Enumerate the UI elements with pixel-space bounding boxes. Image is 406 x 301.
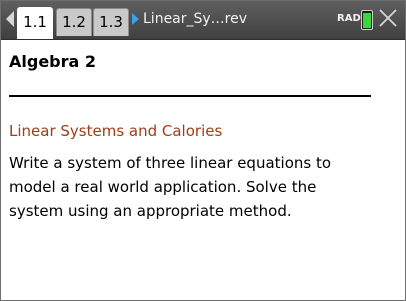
tab-page-1-1[interactable]: 1.1 <box>17 7 53 39</box>
page-heading: Algebra 2 <box>9 52 97 71</box>
left-arrow-icon[interactable] <box>6 11 14 27</box>
tab-page-1-3[interactable]: 1.3 <box>93 8 129 36</box>
right-triangle-icon <box>132 13 139 25</box>
instructions-text: Write a system of three linear equations… <box>9 151 399 223</box>
document-title[interactable]: Linear_Sy…rev <box>143 9 247 29</box>
document-window: 1.1 1.2 1.3 Linear_Sy…rev RAD Algebra 2 … <box>0 0 406 301</box>
angle-mode-indicator: RAD <box>337 13 361 24</box>
tab-page-1-2[interactable]: 1.2 <box>56 8 92 36</box>
tab-bar: 1.1 1.2 1.3 Linear_Sy…rev RAD <box>1 1 405 40</box>
battery-icon <box>361 10 373 30</box>
page-subtitle: Linear Systems and Calories <box>9 122 223 140</box>
close-icon[interactable] <box>377 7 399 29</box>
instructions-line: Write a system of three linear equations… <box>9 154 332 172</box>
instructions-line: model a real world application. Solve th… <box>9 178 317 196</box>
divider <box>9 95 371 97</box>
page-content[interactable]: Algebra 2 Linear Systems and Calories Wr… <box>1 40 405 300</box>
instructions-line: system using an appropriate method. <box>9 202 292 220</box>
